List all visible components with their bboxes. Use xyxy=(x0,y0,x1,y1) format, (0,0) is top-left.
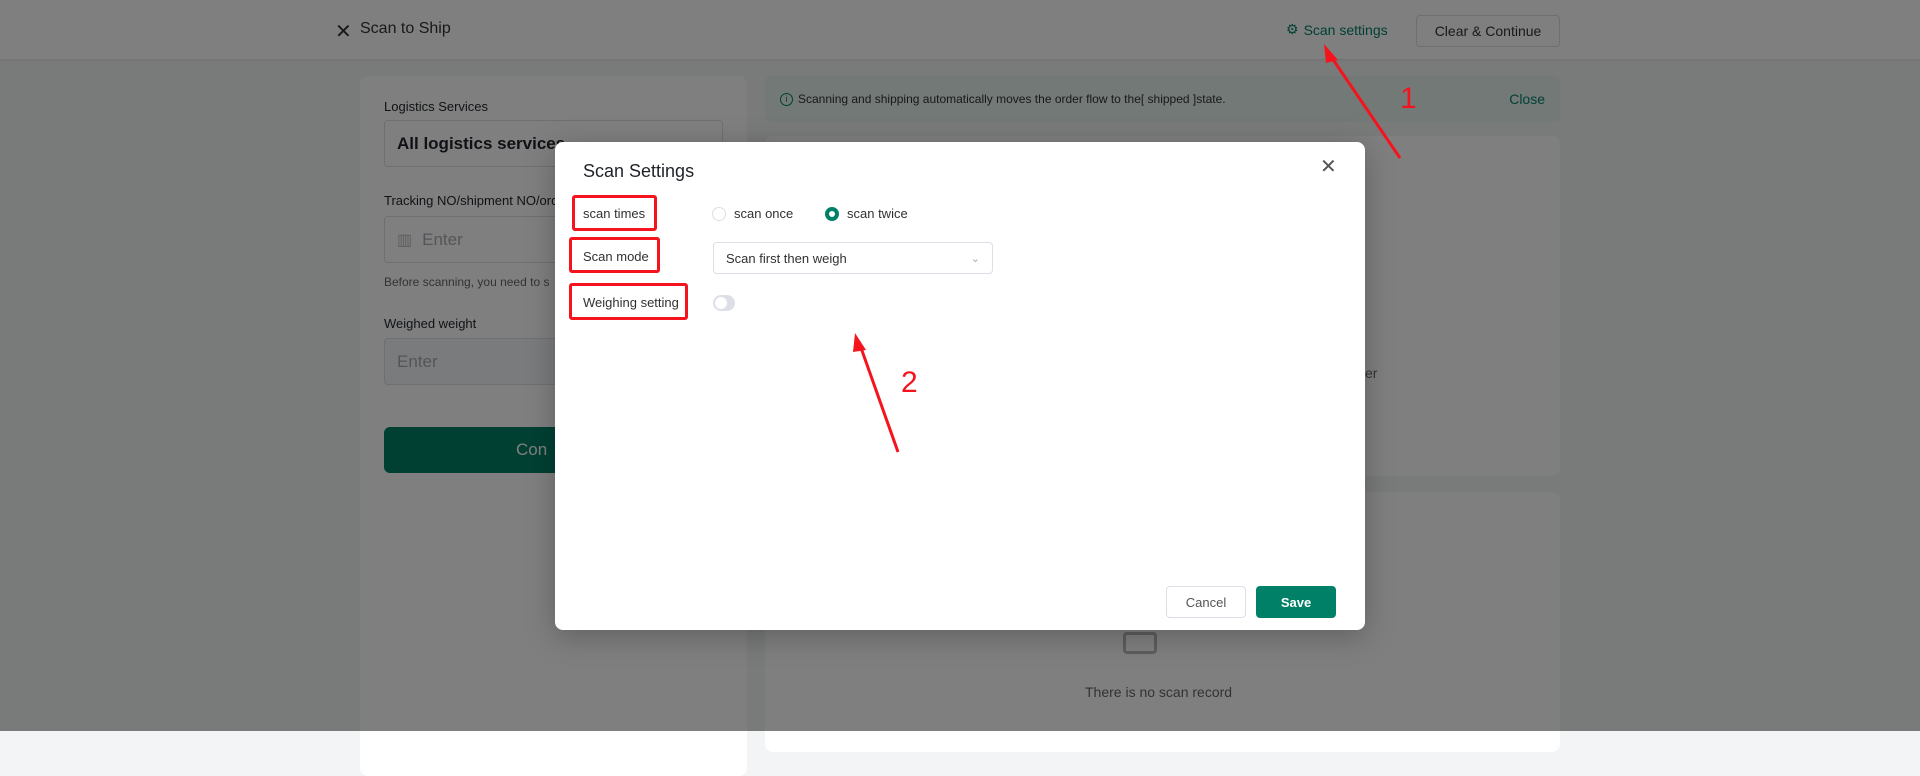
annotation-2: 2 xyxy=(901,366,918,399)
save-button[interactable]: Save xyxy=(1256,586,1336,618)
dialog-title: Scan Settings xyxy=(583,161,695,181)
scan-twice-label: scan twice xyxy=(847,206,908,221)
scan-once-label: scan once xyxy=(734,206,794,221)
scan-mode-value: Scan first then weigh xyxy=(726,250,847,266)
radio-scan-once[interactable]: scan once xyxy=(712,206,793,221)
annotation-1: 1 xyxy=(1400,82,1417,115)
scan-mode-select[interactable]: Scan first then weigh ⌄ xyxy=(713,242,993,274)
scan-times-label: scan times xyxy=(583,206,646,221)
cancel-button[interactable]: Cancel xyxy=(1166,586,1246,618)
dialog-close-icon[interactable]: ✕ xyxy=(1320,154,1337,179)
scan-settings-dialog: Scan Settings ✕ scan times scan once sca… xyxy=(555,142,1365,630)
radio-twice-circle[interactable] xyxy=(825,206,839,221)
radio-once-circle[interactable] xyxy=(712,206,726,221)
scan-mode-label: Scan mode xyxy=(583,249,649,264)
radio-scan-twice[interactable]: scan twice xyxy=(825,206,908,221)
weighing-label: Weighing setting xyxy=(583,295,679,310)
chevron-down-icon: ⌄ xyxy=(970,252,980,265)
weighing-toggle[interactable] xyxy=(713,295,735,311)
